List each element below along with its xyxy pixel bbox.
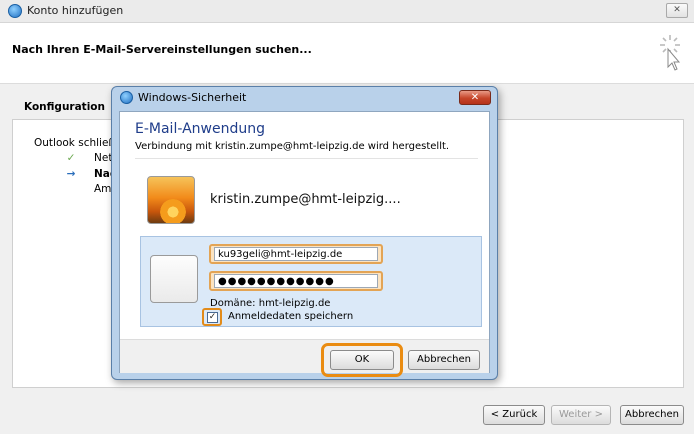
dialog-heading: E-Mail-Anwendung — [135, 121, 265, 137]
step-label: Am — [94, 183, 112, 195]
back-button[interactable]: < Zurück — [483, 405, 545, 425]
username-field-highlight — [209, 244, 383, 264]
check-icon: ✓ — [66, 152, 76, 164]
step-label: Net — [94, 152, 113, 164]
progress-intro: Outlook schließt — [34, 137, 120, 149]
password-field-highlight — [209, 271, 383, 291]
dialog-title: Windows-Sicherheit — [138, 91, 247, 104]
dialog-titlebar: Windows-Sicherheit ✕ — [112, 87, 497, 109]
remember-checkbox-highlight: ✓ — [202, 308, 222, 326]
remember-credentials-checkbox[interactable]: ✓ — [207, 312, 218, 323]
section-title: Konfiguration — [24, 101, 105, 113]
user-avatar — [147, 176, 195, 224]
domain-label: Domäne: hmt-leipzig.de — [210, 298, 331, 309]
dialog-subtitle: Verbindung mit kristin.zumpe@hmt-leipzig… — [135, 141, 450, 152]
saved-user-name[interactable]: kristin.zumpe@hmt-leipzig.... — [210, 192, 401, 207]
wizard-header-title: Nach Ihren E-Mail-Servereinstellungen su… — [12, 43, 312, 56]
windows-security-dialog: Windows-Sicherheit ✕ E-Mail-Anwendung Ve… — [111, 86, 498, 380]
next-button[interactable]: Weiter > — [551, 405, 611, 425]
ok-button[interactable]: OK — [330, 350, 394, 370]
window-close-button[interactable]: ✕ — [666, 3, 688, 18]
busy-cursor-icon — [660, 35, 681, 71]
divider — [135, 158, 478, 159]
dialog-close-button[interactable]: ✕ — [459, 90, 491, 105]
credential-avatar — [150, 255, 198, 303]
outlook-app-icon — [120, 91, 133, 104]
credential-tile[interactable]: Domäne: hmt-leipzig.de ✓ Anmeldedaten sp… — [140, 236, 482, 327]
dialog-body: E-Mail-Anwendung Verbindung mit kristin.… — [119, 111, 490, 373]
password-input[interactable] — [214, 274, 378, 288]
window-titlebar: Konto hinzufügen ✕ — [0, 0, 694, 23]
wizard-cancel-button[interactable]: Abbrechen — [620, 405, 684, 425]
remember-credentials-label[interactable]: Anmeldedaten speichern — [228, 311, 353, 322]
window-title: Konto hinzufügen — [27, 4, 124, 17]
username-input[interactable] — [214, 247, 378, 261]
arrow-right-icon: → — [66, 168, 76, 180]
outlook-app-icon — [8, 4, 22, 18]
flower-icon — [158, 197, 188, 223]
wizard-header: Nach Ihren E-Mail-Servereinstellungen su… — [0, 23, 694, 84]
dialog-cancel-button[interactable]: Abbrechen — [408, 350, 480, 370]
